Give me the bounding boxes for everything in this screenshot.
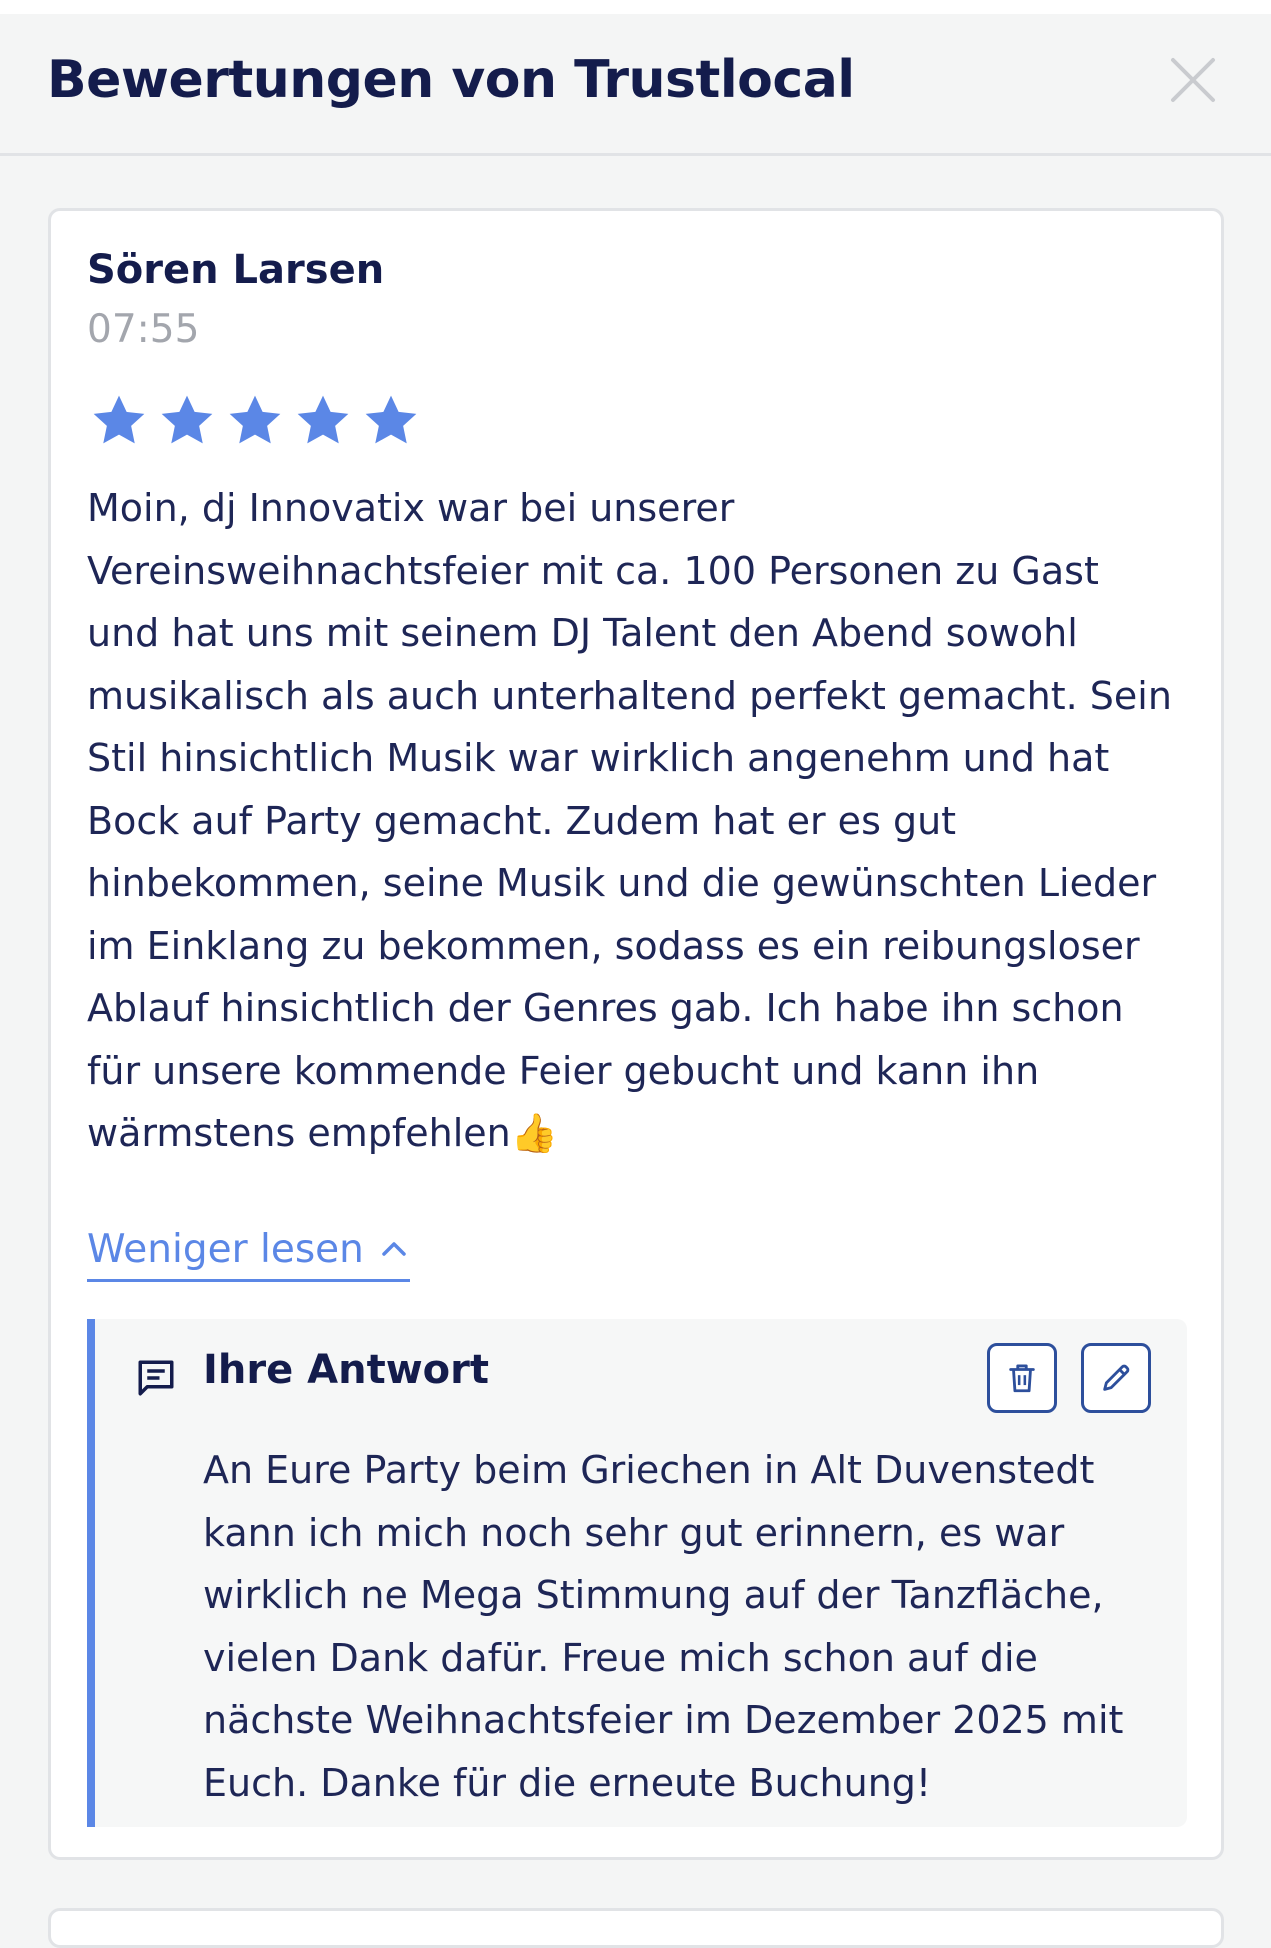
reply-text-line: nächste Weihnachtsfeier im Dezember 2025… [203,1698,1124,1742]
reply-accent-bar [87,1319,95,1827]
star-icon [229,395,281,444]
thumbs-up-icon: 👍 [510,1111,559,1155]
star-icon [161,395,213,444]
star-icon [297,395,349,444]
review-text-line: Bock auf Party gemacht. Zudem hat er es … [87,798,957,843]
reviewer-name: Sören Larsen [87,247,385,293]
review-text: Moin, dj Innovatix war bei unserer Verei… [87,477,1197,1165]
review-text-line: musikalisch als auch unterhaltend perfek… [87,673,1172,718]
read-less-link[interactable]: Weniger lesen [87,1219,410,1282]
top-strip [0,0,1271,14]
review-time: 07:55 [87,307,200,352]
reply-title: Ihre Antwort [203,1347,489,1393]
reply-text-line: Euch. Danke für die erneute Buchung! [203,1760,932,1805]
star-icon [365,395,417,444]
review-text-line-last: wärmstens empfehlen👍 [87,1102,1197,1165]
review-text-line: Vereinsweihnachtsfeier mit ca. 100 Perso… [87,548,1099,593]
modal-header: Bewertungen von Trustlocal [0,14,1271,156]
review-text-line: Stil hinsichtlich Musik war wirklich ang… [87,736,1110,780]
pencil-icon [1103,1364,1130,1391]
star-rating [87,389,423,453]
comment-icon [135,1357,177,1399]
review-text-line: Moin, dj Innovatix war bei unserer [87,486,735,530]
review-card: Sören Larsen 07:55 Moin, dj Innovatix wa… [48,208,1224,1860]
star-icon [93,395,145,444]
close-icon [1171,58,1215,102]
next-review-card [48,1908,1224,1948]
review-text-line: für unsere kommende Feier gebucht und ka… [87,1048,1040,1093]
edit-reply-button[interactable] [1081,1343,1151,1413]
review-text-line: und hat uns mit seinem DJ Talent den Abe… [87,611,1078,655]
reply-text-line: kann ich mich noch sehr gut erinnern, es… [203,1510,1065,1555]
reply-text-line: wirklich ne Mega Stimmung auf der Tanzfl… [203,1573,1104,1617]
reply-text-line: An Eure Party beim Griechen in Alt Duven… [203,1448,1095,1492]
delete-reply-button[interactable] [987,1343,1057,1413]
reply-text-line: vielen Dank dafür. Freue mich schon auf … [203,1635,1038,1680]
review-text-line: Ablauf hinsichtlich der Genres gab. Ich … [87,986,1124,1030]
review-text-line: wärmstens empfehlen [87,1111,511,1155]
owner-reply: Ihre Antwort An Eure Party beim Griechen… [87,1319,1187,1827]
close-button[interactable] [1165,52,1221,108]
reply-text: An Eure Party beim Griechen in Alt Duven… [203,1439,1163,1814]
modal-title: Bewertungen von Trustlocal [47,50,855,110]
review-text-line: im Einklang zu bekommen, sodass es ein r… [87,923,1140,968]
review-text-line: hinbekommen, seine Musik und die gewünsc… [87,861,1157,905]
trash-icon [1009,1364,1035,1393]
read-less-label: Weniger lesen [87,1226,364,1272]
chevron-up-icon [382,1242,406,1256]
